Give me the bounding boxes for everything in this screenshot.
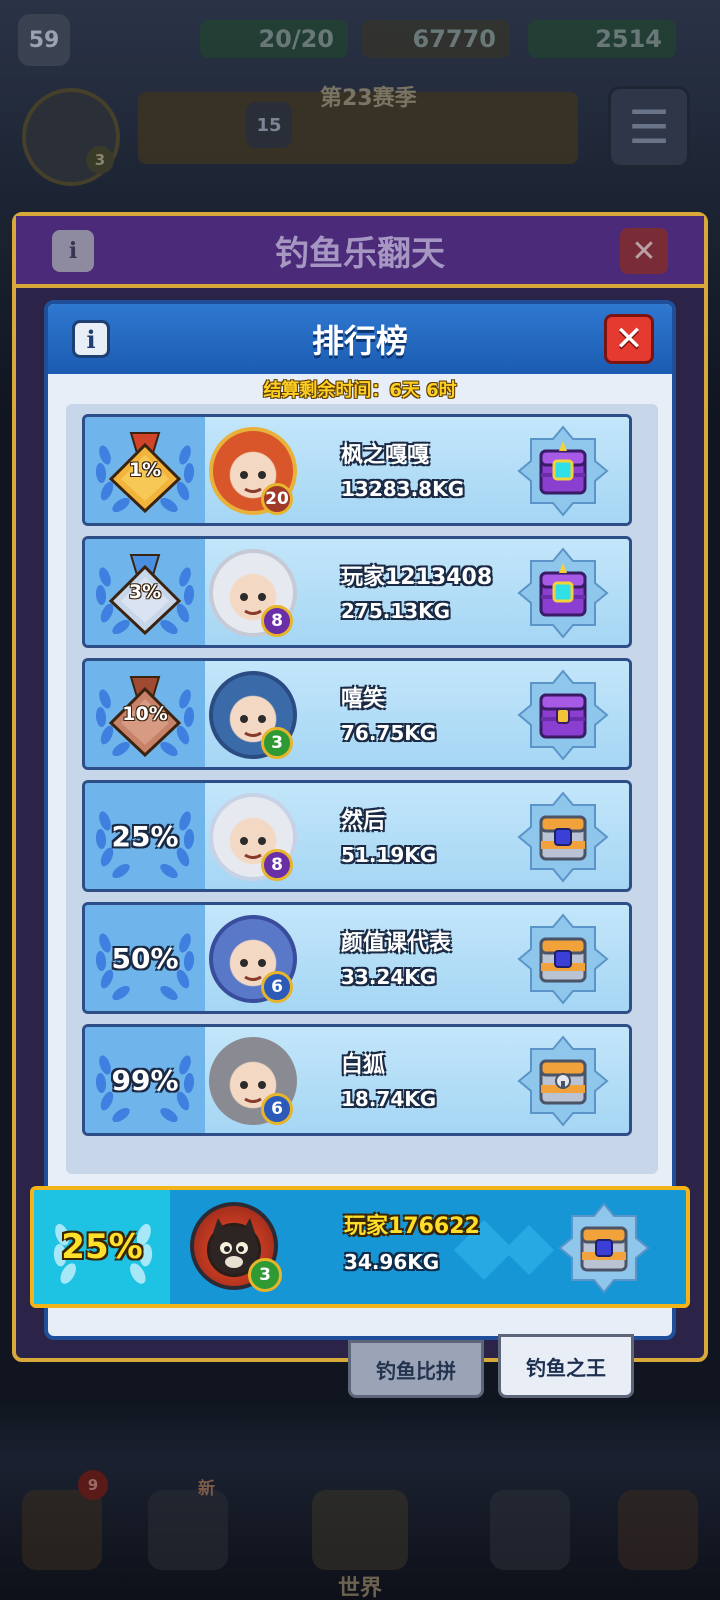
reward-chest[interactable]	[515, 911, 611, 1007]
reward-chest[interactable]	[515, 545, 611, 641]
event-title: 钓鱼乐翻天	[275, 233, 445, 274]
reward-chest[interactable]	[515, 667, 611, 763]
gold-text: 67770	[412, 25, 497, 53]
my-player-name: 玩家176622	[344, 1214, 480, 1239]
nav-target-icon[interactable]	[618, 1490, 698, 1570]
leaderboard-row[interactable]: 99% 6 白狐 18.74KG	[82, 1024, 632, 1136]
energy-text: 20/20	[258, 25, 334, 53]
my-fish-weight: 34.96KG	[344, 1250, 440, 1274]
tab-fishing-king-label: 钓鱼之王	[526, 1355, 606, 1380]
reward-chest[interactable]	[515, 1033, 611, 1129]
rank-percent: 99%	[111, 1063, 179, 1097]
gem-counter[interactable]: 2514	[528, 20, 676, 58]
fish-weight: 275.13KG	[341, 599, 451, 623]
player-name: 颜值课代表	[341, 931, 452, 956]
menu-button[interactable]: ☰	[608, 86, 690, 168]
fish-weight: 51.19KG	[341, 843, 437, 867]
purple-glow-chest-icon	[517, 547, 609, 639]
level-badge: 6	[261, 1093, 293, 1125]
fish-weight: 18.74KG	[341, 1087, 437, 1111]
leaderboard-row[interactable]: 50% 6 颜值课代表 33.24KG	[82, 902, 632, 1014]
orange-lock-chest-icon	[517, 1035, 609, 1127]
event-header: 钓鱼乐翻天	[16, 216, 704, 288]
orange-blue-chest-icon	[517, 791, 609, 883]
fish-weight: 76.75KG	[341, 721, 437, 745]
level-text: 8	[271, 611, 283, 631]
level-text: 6	[271, 977, 283, 997]
player-name: 然后	[341, 809, 386, 834]
hamburger-icon: ☰	[628, 100, 670, 154]
nav-castle-icon[interactable]	[22, 1490, 102, 1570]
leaderboard-list[interactable]: 1% 20 枫之嘎嘎 13283.8KG 3% 8 玩家1213408 275.13KG 10%…	[66, 404, 658, 1174]
purple-glow-chest-icon	[517, 425, 609, 517]
level-text: 6	[271, 1099, 283, 1119]
nav-pot-icon[interactable]	[148, 1490, 228, 1570]
season-label: 第23赛季	[320, 86, 417, 111]
event-close-icon[interactable]: ✕	[620, 228, 668, 274]
dialog-title: 排行榜	[311, 322, 408, 360]
avatar-level-text: 3	[94, 151, 106, 169]
leaderboard-row[interactable]: 1% 20 枫之嘎嘎 13283.8KG	[82, 414, 632, 526]
rank-percent: 3%	[128, 581, 162, 603]
nav-new-badge: 新	[198, 1479, 215, 1499]
player-name: 嘻笑	[341, 687, 386, 712]
leaderboard-dialog: 排行榜 i ✕ 结算剩余时间：6天 6时 1% 20 枫之嘎嘎 13283.8KG 3%…	[44, 300, 676, 1340]
rank-percent: 10%	[122, 703, 168, 725]
energy-counter[interactable]: 20/20	[200, 20, 348, 58]
leaderboard-row[interactable]: 25% 8 然后 51.19KG	[82, 780, 632, 892]
level-badge: 8	[261, 849, 293, 881]
tab-fishing-contest[interactable]: 钓鱼比拼	[348, 1340, 484, 1398]
avatar-level-badge: 3	[86, 146, 114, 174]
dialog-header: 排行榜	[48, 304, 672, 374]
level-text: 20	[265, 489, 289, 509]
player-level-badge[interactable]: 59	[18, 14, 70, 66]
reward-chest[interactable]	[515, 789, 611, 885]
season-level-badge: 15	[246, 102, 292, 148]
purple-chest-icon	[517, 669, 609, 761]
my-level-badge: 3	[248, 1258, 282, 1292]
player-level-text: 59	[28, 27, 60, 53]
nav-upgrade-icon[interactable]	[490, 1490, 570, 1570]
rank-percent: 1%	[128, 459, 162, 481]
leaderboard-row[interactable]: 10% 3 嘻笑 76.75KG	[82, 658, 632, 770]
level-text: 8	[271, 855, 283, 875]
leaderboard-row[interactable]: 3% 8 玩家1213408 275.13KG	[82, 536, 632, 648]
tab-fishing-contest-label: 钓鱼比拼	[376, 1358, 456, 1383]
gold-counter[interactable]: 67770	[362, 20, 510, 58]
settlement-countdown: 结算剩余时间：6天 6时	[263, 380, 457, 401]
close-icon[interactable]: ✕	[604, 314, 654, 364]
level-badge: 6	[261, 971, 293, 1003]
level-badge: 20	[261, 483, 293, 515]
info-icon[interactable]: i	[72, 320, 110, 358]
event-info-icon[interactable]: i	[52, 230, 94, 272]
orange-blue-chest-icon	[558, 1202, 650, 1294]
nav-world-label: 世界	[338, 1576, 383, 1600]
level-text: 3	[271, 733, 283, 753]
season-level-text: 15	[256, 114, 282, 136]
my-reward-chest[interactable]	[556, 1200, 652, 1296]
level-badge: 3	[261, 727, 293, 759]
rank-percent: 25%	[111, 819, 179, 853]
nav-world-map-icon[interactable]	[312, 1490, 408, 1570]
my-rank-percent: 25%	[61, 1227, 143, 1267]
gem-text: 2514	[595, 25, 662, 53]
level-badge: 8	[261, 605, 293, 637]
orange-blue-chest-icon	[517, 913, 609, 1005]
my-level-text: 3	[259, 1265, 271, 1285]
my-rank-row[interactable]: 25% 3 玩家176622 34.96KG	[30, 1186, 690, 1308]
nav-badge-text: 9	[87, 1476, 99, 1494]
rank-percent: 50%	[111, 941, 179, 975]
player-name: 白狐	[341, 1053, 386, 1078]
fish-weight: 13283.8KG	[341, 477, 465, 501]
nav-badge-count: 9	[78, 1470, 108, 1500]
player-name: 玩家1213408	[341, 565, 493, 590]
tab-fishing-king[interactable]: 钓鱼之王	[498, 1334, 634, 1398]
player-name: 枫之嘎嘎	[341, 443, 430, 468]
reward-chest[interactable]	[515, 423, 611, 519]
fish-weight: 33.24KG	[341, 965, 437, 989]
